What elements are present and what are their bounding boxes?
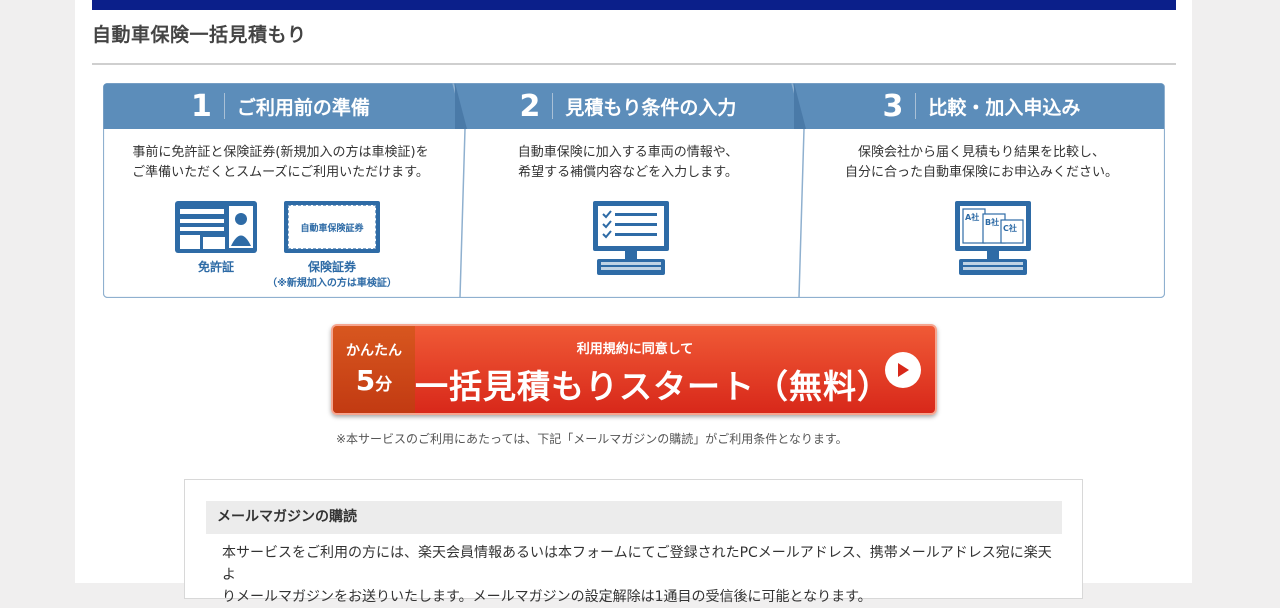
- time-badge: かんたん 5分: [333, 326, 415, 413]
- computer-compare-icon: A社 B社 C社: [953, 201, 1033, 277]
- step-2-separator: [552, 93, 554, 119]
- computer-checklist-icon: [593, 201, 669, 275]
- mail-magazine-section: メールマガジンの購読 本サービスをご利用の方には、楽天会員情報あるいは本フォーム…: [184, 479, 1083, 605]
- step-1-desc-line: 事前に免許証と保険証券(新規加入の方は車検証)を: [132, 145, 429, 160]
- step-1-description: 事前に免許証と保険証券(新規加入の方は車検証)を ご準備いただくとスムーズにご利…: [103, 143, 458, 183]
- license-label: 免許証: [197, 260, 234, 274]
- minutes-label: 5分: [333, 364, 415, 397]
- agree-terms-label: 利用規約に同意して: [576, 342, 694, 357]
- step-1-separator: [223, 93, 225, 119]
- usage-notice: ※本サービスのご利用にあたっては、下記「メールマガジンの購読」がご利用条件となり…: [336, 432, 848, 446]
- company-a-label: A社: [965, 213, 980, 222]
- title-divider: [92, 63, 1176, 65]
- step-2-header: 2 見積もり条件の入力: [458, 83, 798, 129]
- step-3-number: 3: [882, 88, 904, 124]
- step-3-desc-line: 保険会社から届く見積もり結果を比較し、: [857, 145, 1105, 160]
- step-1-header: 1 ご利用前の準備: [103, 83, 458, 129]
- license-card-icon: [175, 201, 257, 253]
- step-1-desc-line: ご準備いただくとスムーズにご利用いただけます。: [132, 165, 429, 180]
- insurance-certificate-note: （※新規加入の方は車検証）: [267, 278, 397, 289]
- mail-magazine-heading: メールマガジンの購読: [206, 501, 1062, 534]
- mail-text-line: りメールマガジンをお送りいたします。メールマガジンの設定解除は1通目の受信後に可…: [222, 589, 872, 605]
- step-3-description: 保険会社から届く見積もり結果を比較し、 自分に合った自動車保険にお申込みください…: [798, 143, 1165, 183]
- step-2-desc-line: 希望する補償内容などを入力します。: [518, 165, 738, 180]
- company-c-label: C社: [1003, 224, 1017, 233]
- minutes-number: 5: [355, 364, 376, 397]
- mail-magazine-text: 本サービスをご利用の方には、楽天会員情報あるいは本フォームにてご登録されたPCメ…: [222, 542, 1062, 608]
- step-3-header: 3 比較・加入申込み: [798, 83, 1165, 129]
- step-2-description: 自動車保険に加入する車両の情報や、 希望する補償内容などを入力します。: [458, 143, 798, 183]
- step-3-desc-line: 自分に合った自動車保険にお申込みください。: [844, 165, 1118, 180]
- step-3-title: 比較・加入申込み: [928, 96, 1081, 119]
- page-title: 自動車保険一括見積もり: [92, 24, 307, 46]
- step-1-number: 1: [191, 88, 212, 124]
- arrow-right-circle-icon: [885, 352, 921, 388]
- mail-text-line: 本サービスをご利用の方には、楽天会員情報あるいは本フォームにてご登録されたPCメ…: [222, 545, 1052, 583]
- step-2-title: 見積もり条件の入力: [565, 96, 737, 119]
- top-accent-bar: [92, 0, 1176, 10]
- step-2-desc-line: 自動車保険に加入する車両の情報や、: [517, 145, 739, 160]
- certificate-card-text: 自動車保険証券: [300, 223, 364, 234]
- minutes-unit: 分: [375, 375, 393, 395]
- step-1-title: ご利用前の準備: [236, 96, 370, 119]
- step-2-number: 2: [519, 88, 541, 124]
- company-b-label: B社: [985, 218, 1000, 227]
- easy-label: かんたん: [346, 343, 402, 359]
- insurance-certificate-label: 保険証券: [307, 260, 356, 274]
- steps-panel: 1 ご利用前の準備 事前に免許証と保険証券(新規加入の方は車検証)を ご準備いた…: [103, 83, 1165, 298]
- step-3-separator: [915, 93, 917, 119]
- start-quote-button[interactable]: かんたん 5分 利用規約に同意して 一括見積もりスタート（無料）: [331, 324, 937, 415]
- insurance-certificate-icon: 自動車保険証券: [284, 201, 380, 253]
- start-quote-label: 一括見積もりスタート（無料）: [415, 367, 891, 406]
